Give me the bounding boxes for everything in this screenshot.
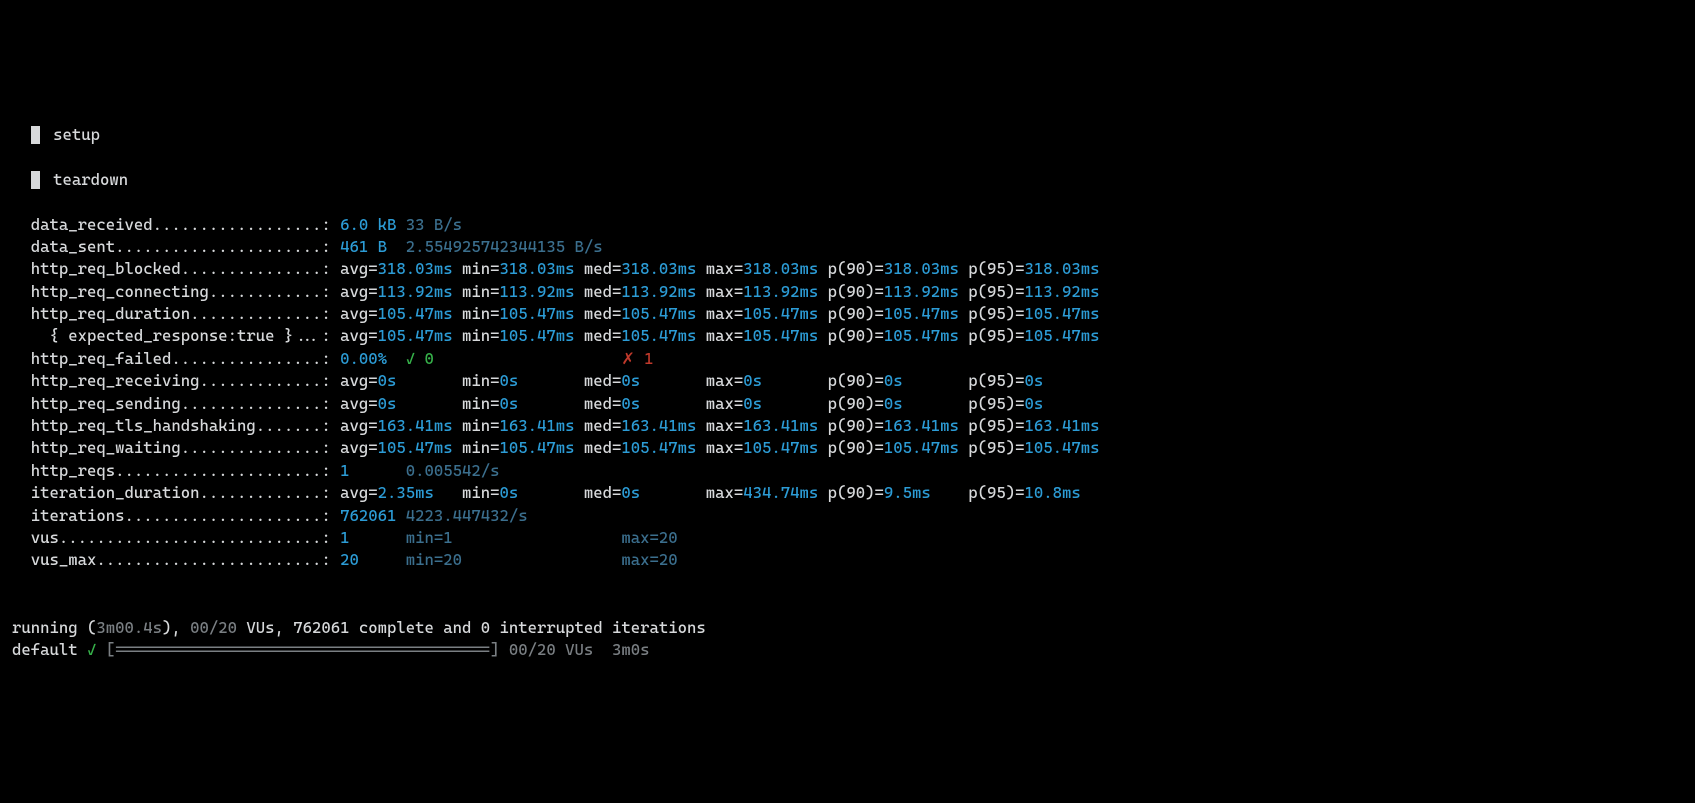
metric-name: http_reqs bbox=[31, 461, 115, 480]
metric-rate: 33 B/s bbox=[406, 215, 462, 234]
metric-name: vus_max bbox=[31, 550, 97, 569]
section-setup: setup bbox=[53, 125, 100, 144]
metric-rate: 4223.447432/s bbox=[406, 506, 528, 525]
metric-name: data_sent bbox=[31, 237, 115, 256]
metric-name: http_req_receiving bbox=[31, 371, 200, 390]
metric-name: http_req_failed bbox=[31, 349, 172, 368]
cursor-icon bbox=[31, 126, 40, 144]
metric-rate: 0.005542/s bbox=[406, 461, 500, 480]
progress-bar: [=======================================… bbox=[106, 640, 500, 659]
metric-value: 1 bbox=[340, 461, 349, 480]
check-icon: ✓ bbox=[87, 640, 96, 659]
metric-name: http_req_duration bbox=[31, 304, 190, 323]
section-teardown: teardown bbox=[53, 170, 128, 189]
check-icon: ✓ bbox=[406, 349, 415, 368]
metric-value: 20 bbox=[340, 550, 359, 569]
cursor-icon bbox=[31, 171, 40, 189]
metric-name: iterations bbox=[31, 506, 125, 525]
metric-value: 762061 bbox=[340, 506, 396, 525]
metric-name: data_received bbox=[31, 215, 153, 234]
metric-rate: 2.554925742344135 B/s bbox=[406, 237, 603, 256]
metric-value: 0.00% bbox=[340, 349, 387, 368]
terminal-output: setup teardown data_received............… bbox=[12, 102, 1683, 662]
metric-value: 6.0 kB bbox=[340, 215, 396, 234]
status-line: running (3m00.4s), 00/20 VUs, 762061 com… bbox=[12, 618, 706, 637]
metric-name: http_req_connecting bbox=[31, 282, 209, 301]
metric-name: http_req_waiting bbox=[31, 438, 181, 457]
metric-name: http_req_sending bbox=[31, 394, 181, 413]
metric-name: vus bbox=[31, 528, 59, 547]
cross-icon: ✗ bbox=[621, 349, 634, 368]
metric-name: { expected_response:true } bbox=[50, 326, 294, 345]
metric-name: http_req_blocked bbox=[31, 259, 181, 278]
metric-value: 461 B bbox=[340, 237, 387, 256]
metric-name: iteration_duration bbox=[31, 483, 200, 502]
metric-value: 1 bbox=[340, 528, 349, 547]
progress-line: default ✓ [=============================… bbox=[12, 640, 650, 659]
metric-name: http_req_tls_handshaking bbox=[31, 416, 256, 435]
